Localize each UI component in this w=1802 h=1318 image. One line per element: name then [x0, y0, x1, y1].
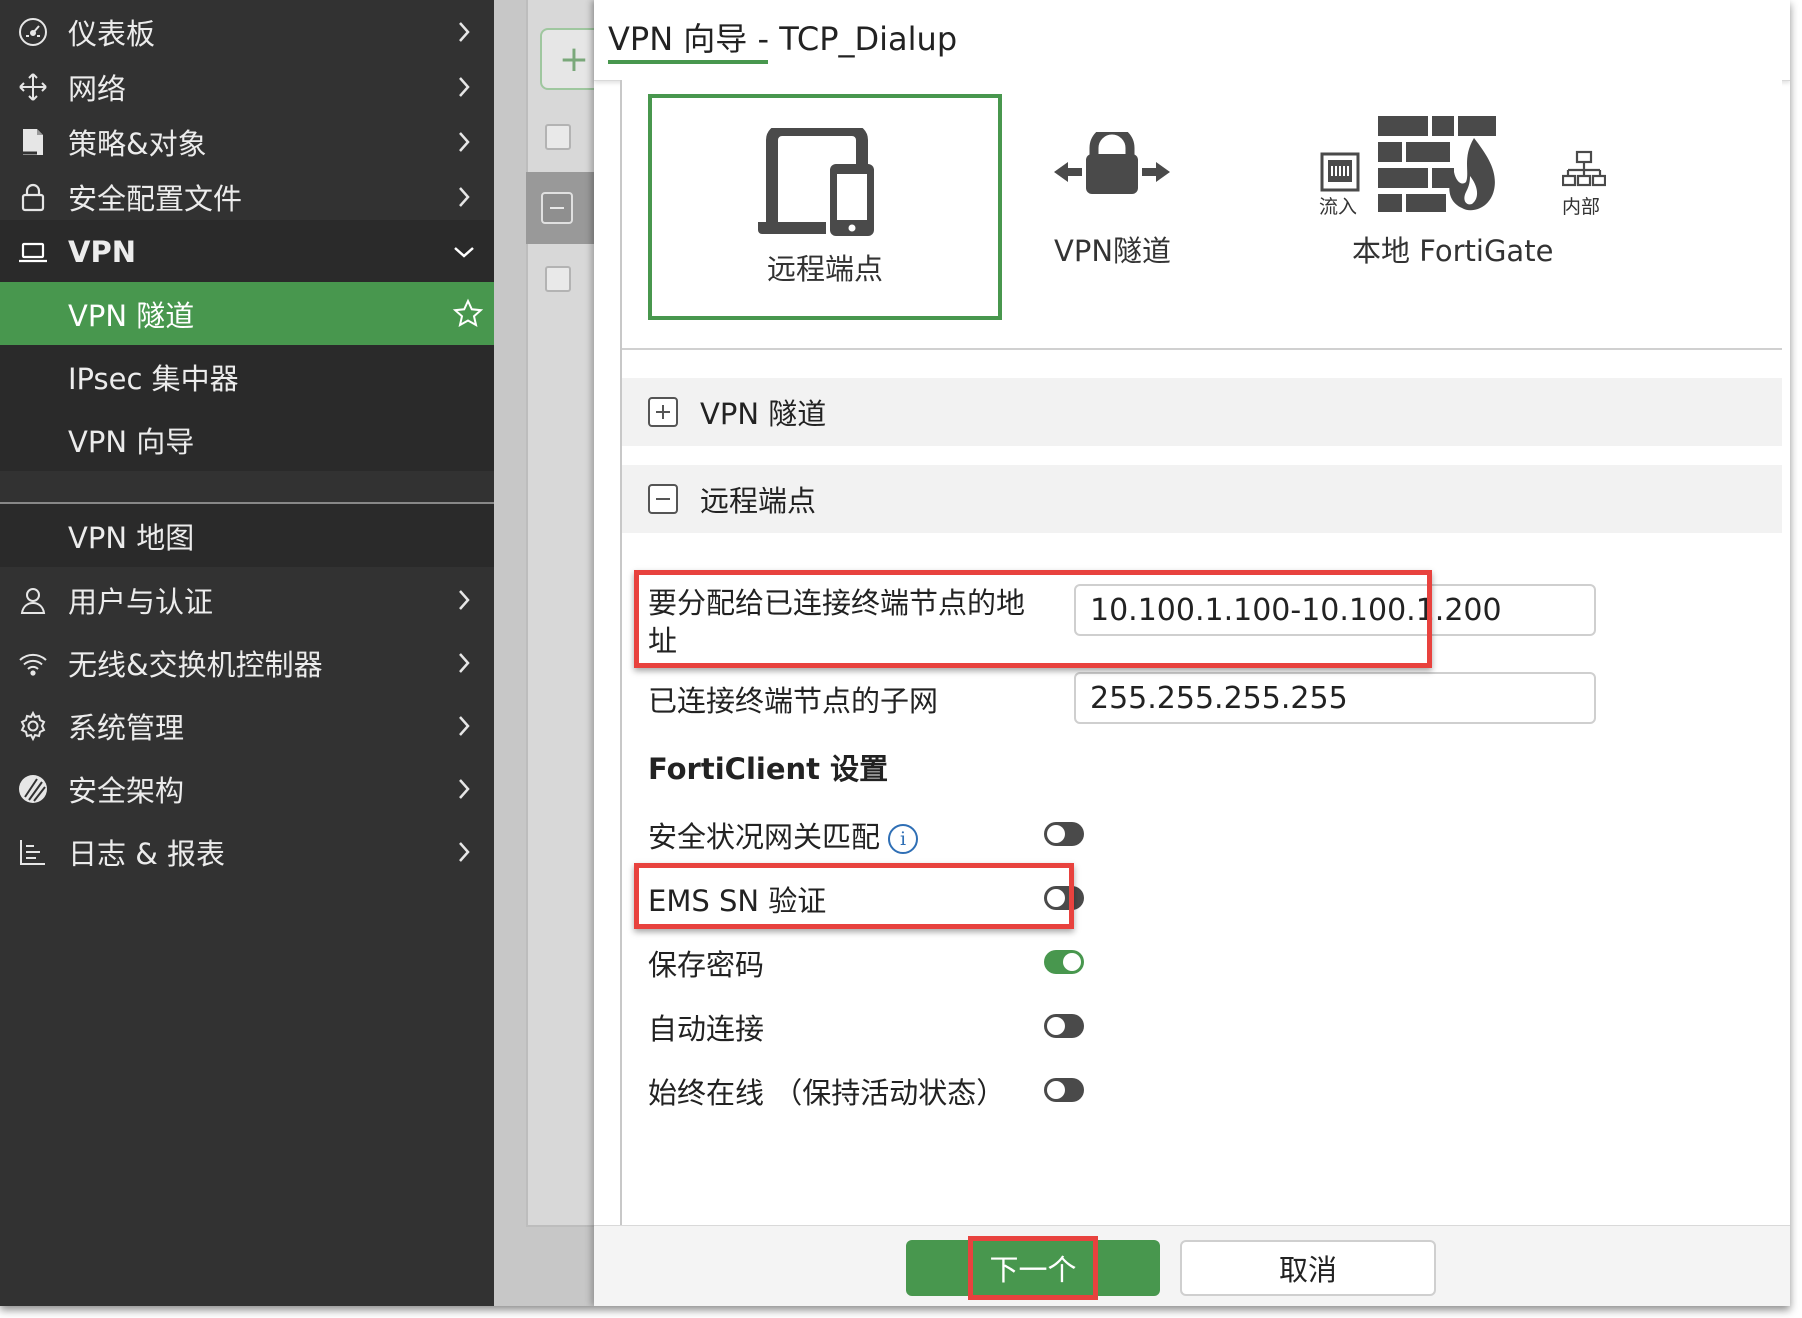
sidebar-item-label: VPN 向导: [68, 424, 195, 459]
dialog-header: VPN 向导 - TCP_Dialup: [594, 0, 1790, 81]
sidebar-item-label: VPN 地图: [68, 520, 195, 555]
info-icon[interactable]: i: [888, 824, 919, 854]
highlight-box: [634, 570, 1432, 668]
forticlient-heading: FortiClient 设置: [648, 752, 889, 786]
sidebar-item-label: VPN 隧道: [68, 298, 195, 333]
sidebar-item-security-profiles[interactable]: 安全配置文件: [0, 165, 494, 228]
sidebar-item-label: 日志 & 报表: [68, 836, 226, 871]
sidebar-item-vpn-wizard[interactable]: VPN 向导: [0, 408, 494, 471]
section-vpn-tunnel-label: VPN 隧道: [700, 397, 827, 431]
sidebar-item-label: 安全架构: [68, 773, 185, 808]
posture-gateway-text: 安全状况网关匹配: [648, 820, 881, 854]
sidebar-item-label: 仪表板: [68, 16, 156, 51]
chevron-right-icon: [452, 651, 476, 675]
sidebar-item-ipsec-concentrator[interactable]: IPsec 集中器: [0, 345, 494, 408]
sidebar-item-system[interactable]: 系统管理: [0, 694, 494, 757]
topology-tunnel-label: VPN隧道: [1054, 234, 1172, 268]
screenshot-frame: 仪表板 网络 策略&对象 安全配置文件 VPN VPN 隧道 IPsec 集中器…: [0, 0, 1790, 1306]
document-icon: [16, 125, 50, 159]
always-up-label: 始终在线 （保持活动状态）: [648, 1076, 1006, 1110]
internal-network-icon: [1562, 150, 1606, 187]
toggle-knob: [1063, 953, 1081, 971]
sidebar-item-security-fabric[interactable]: 安全架构: [0, 757, 494, 820]
sidebar-item-vpn-map[interactable]: VPN 地图: [0, 504, 494, 567]
chevron-right-icon: [452, 777, 476, 801]
sidebar-item-label: 无线&交换机控制器: [68, 647, 323, 682]
posture-gateway-label: 安全状况网关匹配 i: [648, 818, 919, 856]
wifi-icon: [16, 646, 50, 680]
sidebar-item-wifi-switch[interactable]: 无线&交换机控制器: [0, 631, 494, 694]
topology-diagram: 远程端点 VPN隧道 流入 本地 FortiGate 内部: [622, 80, 1782, 350]
auto-connect-toggle[interactable]: [1044, 1014, 1084, 1038]
fabric-icon: [16, 772, 50, 806]
vpn-wizard-dialog: VPN 向导 - TCP_Dialup 远程端点 VPN隧道 流入 本地 For…: [594, 0, 1790, 1306]
sidebar-item-log-report[interactable]: 日志 & 报表: [0, 820, 494, 883]
sidebar-item-label: VPN: [68, 234, 136, 269]
chevron-right-icon: [452, 840, 476, 864]
chevron-right-icon: [452, 20, 476, 44]
sidebar-item-label: 用户与认证: [68, 584, 214, 619]
sidebar-item-label: 策略&对象: [68, 126, 207, 161]
chevron-right-icon: [452, 75, 476, 99]
laptop-icon: [16, 235, 50, 269]
sidebar-item-vpn[interactable]: VPN: [0, 220, 494, 283]
always-up-toggle[interactable]: [1044, 1078, 1084, 1102]
chevron-down-icon: [452, 240, 476, 264]
sidebar-item-vpn-tunnels[interactable]: VPN 隧道: [0, 282, 494, 345]
subnet-input[interactable]: [1074, 672, 1596, 724]
checkbox: [545, 266, 571, 292]
gear-icon: [16, 709, 50, 743]
topology-internal-label: 内部: [1562, 196, 1601, 218]
chevron-right-icon: [452, 130, 476, 154]
topology-remote-label: 远程端点: [766, 252, 883, 286]
vpn-lock-arrows-icon: [1054, 132, 1170, 194]
user-icon: [16, 583, 50, 617]
network-move-icon: [16, 70, 50, 104]
topology-inbound-label: 流入: [1319, 196, 1358, 218]
sidebar-item-policy-objects[interactable]: 策略&对象: [0, 110, 494, 173]
subnet-label: 已连接终端节点的子网: [648, 684, 939, 718]
collapse-icon[interactable]: [648, 484, 678, 514]
sidebar-item-user-auth[interactable]: 用户与认证: [0, 568, 494, 631]
collapse-icon: [541, 192, 573, 224]
sidebar-item-label: 系统管理: [68, 710, 185, 745]
highlight-box: [968, 1236, 1098, 1300]
chevron-right-icon: [452, 714, 476, 738]
toggle-knob: [1047, 825, 1065, 843]
save-password-label: 保存密码: [648, 948, 765, 982]
sidebar-item-label: 网络: [68, 71, 127, 106]
section-vpn-tunnel[interactable]: VPN 隧道: [622, 378, 1782, 446]
posture-gateway-toggle[interactable]: [1044, 822, 1084, 846]
topology-local-label: 本地 FortiGate: [1352, 234, 1554, 268]
firewall-icon: [1378, 116, 1496, 212]
highlight-box: [634, 863, 1074, 929]
section-remote-endpoint[interactable]: 远程端点: [622, 465, 1782, 533]
sidebar-item-network[interactable]: 网络: [0, 55, 494, 118]
save-password-toggle[interactable]: [1044, 950, 1084, 974]
expand-icon[interactable]: [648, 397, 678, 427]
gauge-icon: [16, 15, 50, 49]
sidebar: 仪表板 网络 策略&对象 安全配置文件 VPN VPN 隧道 IPsec 集中器…: [0, 0, 494, 1306]
sidebar-item-label: 安全配置文件: [68, 181, 243, 216]
inbound-port-icon: [1320, 152, 1360, 192]
devices-icon: [758, 128, 874, 236]
checkbox: [545, 124, 571, 150]
chevron-right-icon: [452, 185, 476, 209]
toggle-knob: [1047, 1017, 1065, 1035]
toggle-knob: [1047, 1081, 1065, 1099]
topology-remote-endpoint[interactable]: 远程端点: [648, 94, 1002, 320]
chevron-right-icon: [452, 588, 476, 612]
section-remote-endpoint-label: 远程端点: [700, 484, 817, 518]
dialog-footer: 下一个 取消: [594, 1225, 1790, 1306]
bar-chart-icon: [16, 835, 50, 869]
star-icon[interactable]: [452, 298, 484, 330]
title-underline: [608, 60, 768, 64]
cancel-button[interactable]: 取消: [1180, 1240, 1436, 1296]
sidebar-item-label: IPsec 集中器: [68, 361, 239, 396]
sidebar-item-dashboard[interactable]: 仪表板: [0, 0, 494, 63]
dialog-title: VPN 向导 - TCP_Dialup: [608, 20, 958, 58]
dialog-body: 远程端点 VPN隧道 流入 本地 FortiGate 内部 VPN 隧道 远程端…: [620, 80, 1782, 1225]
auto-connect-label: 自动连接: [648, 1012, 765, 1046]
lock-icon: [16, 180, 50, 214]
